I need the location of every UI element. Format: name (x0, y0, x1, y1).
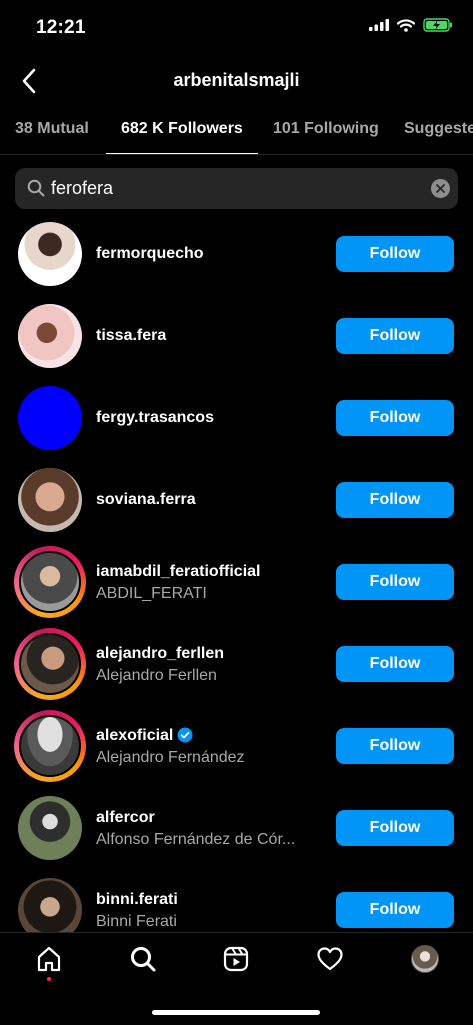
follow-button[interactable]: Follow (336, 646, 454, 682)
list-item[interactable]: alejandro_ferllen Alejandro Ferllen Foll… (0, 622, 473, 704)
list-item[interactable]: alfercor Alfonso Fernández de Cór... Fol… (0, 786, 473, 868)
follow-button[interactable]: Follow (336, 810, 454, 846)
search-box (15, 168, 458, 209)
list-item[interactable]: iamabdil_feratiofficial ABDIL_FERATI Fol… (0, 540, 473, 622)
username[interactable]: tissa.fera (96, 327, 166, 345)
avatar-image (19, 715, 81, 777)
full-name: Alejandro Ferllen (96, 667, 217, 684)
search-nav-icon[interactable] (129, 945, 157, 973)
home-indicator (152, 1010, 320, 1015)
header: arbenitalsmajli (0, 56, 473, 106)
avatar-image (19, 633, 81, 695)
verified-badge-icon (177, 727, 193, 743)
avatar-image (19, 551, 81, 613)
reels-icon[interactable] (222, 945, 250, 973)
page-title: arbenitalsmajli (173, 70, 300, 90)
wifi-icon (397, 18, 415, 32)
list-item[interactable]: fermorquecho Follow (0, 212, 473, 294)
avatar[interactable] (18, 304, 82, 368)
avatar-image (18, 468, 82, 532)
list-item[interactable]: fergy.trasancos Follow (0, 376, 473, 458)
username[interactable]: fergy.trasancos (96, 409, 214, 427)
follow-button[interactable]: Follow (336, 318, 454, 354)
username[interactable]: alexoficial (96, 727, 193, 745)
search-input[interactable] (51, 168, 411, 209)
follow-button[interactable]: Follow (336, 728, 454, 764)
avatar-image (18, 796, 82, 860)
full-name: Alejandro Fernández (96, 749, 245, 766)
username[interactable]: binni.ferati (96, 891, 178, 909)
status-bar: 12:21 (0, 0, 473, 56)
avatar-image (18, 222, 82, 286)
search-icon (27, 179, 45, 197)
follow-button[interactable]: Follow (336, 564, 454, 600)
cellular-signal-icon (369, 19, 389, 31)
full-name: ABDIL_FERATI (96, 585, 207, 602)
full-name: Binni Ferati (96, 913, 177, 930)
avatar-image (18, 878, 82, 932)
heart-icon[interactable] (316, 945, 344, 973)
username[interactable]: fermorquecho (96, 245, 204, 263)
home-icon[interactable] (35, 945, 63, 973)
tab-following[interactable]: 101 Following (273, 120, 379, 138)
list-item[interactable]: tissa.fera Follow (0, 294, 473, 376)
avatar-story-ring[interactable] (14, 546, 86, 618)
username[interactable]: alfercor (96, 809, 155, 827)
follow-button[interactable]: Follow (336, 236, 454, 272)
avatar[interactable] (18, 468, 82, 532)
avatar-story-ring[interactable] (14, 710, 86, 782)
battery-charging-icon (423, 18, 452, 32)
username[interactable]: soviana.ferra (96, 491, 196, 509)
avatar-image (18, 386, 82, 450)
notification-dot (47, 977, 51, 981)
tab-mutual[interactable]: 38 Mutual (15, 120, 89, 138)
clear-search-icon[interactable] (431, 179, 450, 198)
username[interactable]: alejandro_ferllen (96, 645, 224, 663)
list-item[interactable]: binni.ferati Binni Ferati Follow (0, 868, 473, 932)
tab-suggested[interactable]: Suggested (404, 120, 473, 138)
avatar[interactable] (18, 878, 82, 932)
status-icons (369, 18, 453, 32)
status-time: 12:21 (36, 17, 86, 38)
follow-button[interactable]: Follow (336, 400, 454, 436)
tab-followers[interactable]: 682 K Followers (121, 120, 243, 138)
list-item[interactable]: alexoficial Alejandro Fernández Follow (0, 704, 473, 786)
list-item[interactable]: soviana.ferra Follow (0, 458, 473, 540)
follow-button[interactable]: Follow (336, 892, 454, 928)
tab-bar-top: 38 Mutual 682 K Followers 101 Following … (0, 108, 473, 155)
avatar[interactable] (18, 796, 82, 860)
username[interactable]: iamabdil_feratiofficial (96, 563, 261, 581)
follow-button[interactable]: Follow (336, 482, 454, 518)
avatar-story-ring[interactable] (14, 628, 86, 700)
profile-avatar-icon[interactable] (411, 945, 439, 973)
avatar[interactable] (18, 222, 82, 286)
followers-list: fermorquecho Follow tissa.fera Follow fe… (0, 212, 473, 932)
avatar-image (18, 304, 82, 368)
active-tab-indicator (106, 153, 258, 154)
full-name: Alfonso Fernández de Cór... (96, 831, 296, 848)
avatar[interactable] (18, 386, 82, 450)
